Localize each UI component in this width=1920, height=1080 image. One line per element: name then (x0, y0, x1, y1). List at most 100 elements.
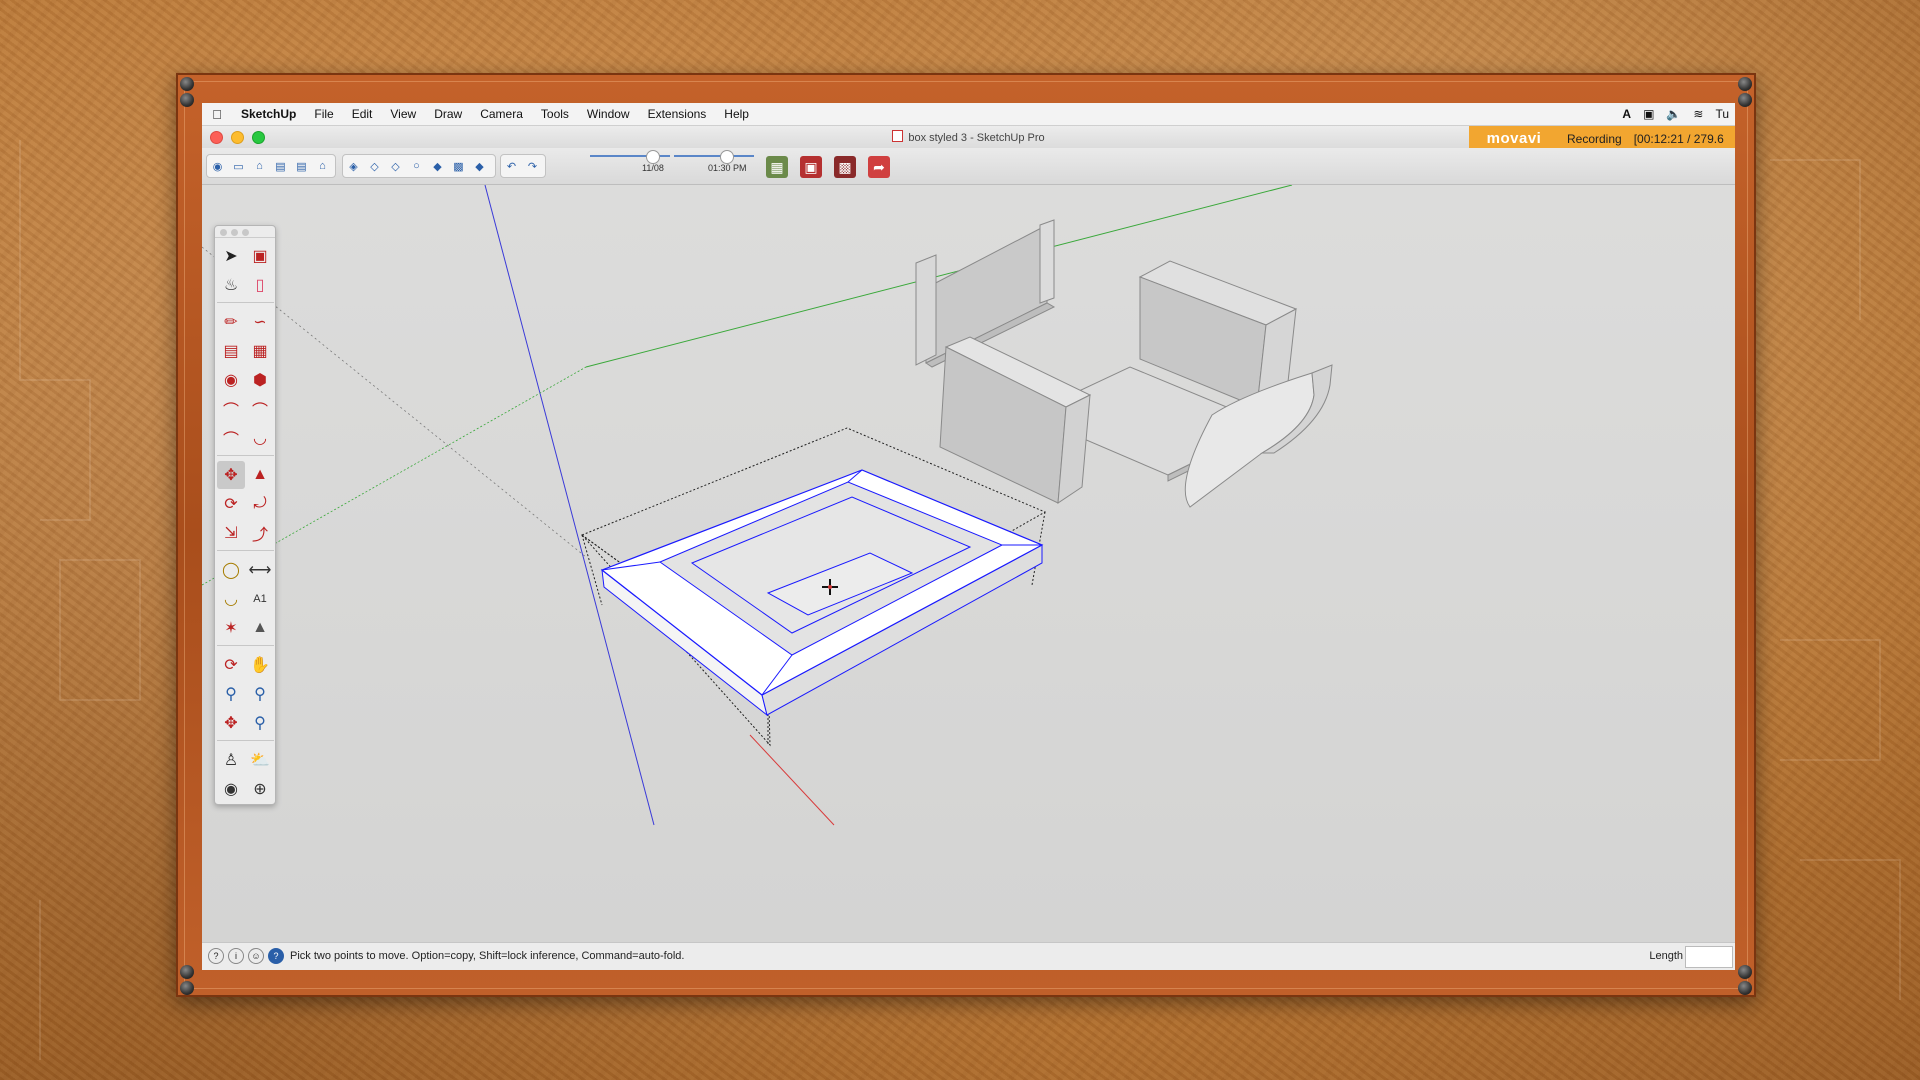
shaded-style-icon[interactable]: ◆ (427, 155, 448, 177)
screw-icon (1738, 965, 1752, 979)
monochrome-style-icon[interactable]: ◆ (469, 155, 490, 177)
shadow-date-slider[interactable] (590, 150, 670, 164)
redo-icon[interactable]: ↷ (522, 155, 543, 177)
recorder-timer: [00:12:21 / 279.6 (1633, 131, 1724, 146)
wireframe-style-icon[interactable]: ◇ (385, 155, 406, 177)
instructor-icon[interactable]: ? (268, 948, 284, 964)
credits-icon[interactable]: i (228, 948, 244, 964)
map-icon[interactable]: ▦ (766, 156, 788, 178)
apple-menu-icon[interactable]:  (202, 107, 232, 122)
recorder-status: Recording (1567, 131, 1622, 146)
pan-tool-icon[interactable]: ✋ (246, 651, 274, 679)
position-camera-icon[interactable]: ♙ (217, 746, 245, 774)
front-view-icon[interactable]: ▤ (291, 155, 312, 177)
wifi-icon[interactable]: ≋ (1693, 107, 1703, 121)
menu-camera[interactable]: Camera (471, 107, 532, 121)
account-icon[interactable]: ☺ (248, 948, 264, 964)
top-view-icon[interactable]: ▤ (270, 155, 291, 177)
undo-toolbar-group: ↶ ↷ (500, 154, 546, 178)
styles-toolbar-group: ◈ ◇ ◇ ○ ◆ ▩ ◆ (342, 154, 496, 178)
menu-help[interactable]: Help (715, 107, 758, 121)
scale-tool-icon[interactable]: ⇲ (217, 519, 245, 547)
iso-view-icon[interactable]: ▭ (228, 155, 249, 177)
shadow-date-label: 11/08 (642, 163, 664, 173)
menu-edit[interactable]: Edit (343, 107, 382, 121)
menu-tools[interactable]: Tools (532, 107, 578, 121)
shadow-time-knob[interactable] (720, 150, 734, 164)
push-pull-icon[interactable]: ▲ (246, 461, 274, 489)
rotated-rectangle-icon[interactable]: ▦ (246, 337, 274, 365)
orbit-view-icon[interactable]: ◉ (207, 155, 228, 177)
offset-tool-icon[interactable]: ⤴ (246, 519, 274, 547)
blue-axis (484, 185, 655, 826)
screw-icon (180, 77, 194, 91)
layout-send-icon[interactable]: ➦ (868, 156, 890, 178)
protractor-icon[interactable]: ◡ (217, 585, 245, 613)
move-tool-icon[interactable]: ✥ (217, 461, 245, 489)
polygon-tool-icon[interactable]: ⬢ (246, 366, 274, 394)
rectangle-tool-icon[interactable]: ▤ (217, 337, 245, 365)
main-toolbar: ◉ ▭ ⌂ ▤ ▤ ⌂ ◈ ◇ ◇ ○ ◆ ▩ ◆ ↶ ↷ (202, 148, 1735, 185)
tool-palette: ➤ ▣ ♨ ▯ ✏ ∽ ▤ ▦ ◉ ⬢ ⌒ ⌒ ⌒ ◡ ✥ ▲ ⟳ ⤾ ⇲ ⤴ … (214, 225, 276, 805)
axes-tool-icon[interactable]: ✶ (217, 614, 245, 642)
dimension-tool-icon[interactable]: ⟷ (246, 556, 274, 584)
menu-file[interactable]: File (305, 107, 342, 121)
two-point-arc-icon[interactable]: ⌒ (246, 395, 274, 423)
right-view-icon[interactable]: ⌂ (312, 155, 333, 177)
section-plane-icon[interactable]: ⊕ (246, 775, 274, 803)
menubar-status-area: A ▣ 🔈 ≋ Tu (1622, 107, 1735, 121)
extension-warehouse-icon[interactable]: ▩ (834, 156, 856, 178)
make-component-icon[interactable]: ▣ (246, 242, 274, 270)
menu-view[interactable]: View (381, 107, 425, 121)
follow-me-icon[interactable]: ⤾ (246, 490, 274, 518)
geolocation-icon[interactable]: ? (208, 948, 224, 964)
3d-text-icon[interactable]: ▲ (246, 614, 274, 642)
tape-measure-icon[interactable]: ◯ (217, 556, 245, 584)
box-lid-selected[interactable] (580, 427, 1047, 747)
menu-window[interactable]: Window (578, 107, 639, 121)
menu-app[interactable]: SketchUp (232, 107, 305, 121)
red-axis (749, 734, 835, 826)
menu-extensions[interactable]: Extensions (639, 107, 716, 121)
measurements-input[interactable] (1685, 946, 1733, 968)
menubar-clock[interactable]: Tu (1715, 107, 1729, 121)
orbit-tool-icon[interactable]: ⟳ (217, 651, 245, 679)
measurements-label: Length (1649, 950, 1683, 962)
warehouse-icon[interactable]: ▣ (800, 156, 822, 178)
text-tool-icon[interactable]: A1 (246, 585, 274, 613)
volume-icon[interactable]: 🔈 (1666, 107, 1681, 121)
xray-style-icon[interactable]: ◈ (343, 155, 364, 177)
pie-tool-icon[interactable]: ◡ (246, 424, 274, 452)
adobe-icon[interactable]: A (1622, 107, 1631, 121)
previous-view-icon[interactable]: ⚲ (246, 709, 274, 737)
textured-style-icon[interactable]: ▩ (448, 155, 469, 177)
select-tool-icon[interactable]: ➤ (217, 242, 245, 270)
zoom-extents-icon[interactable]: ✥ (217, 709, 245, 737)
three-point-arc-icon[interactable]: ⌒ (217, 424, 245, 452)
screw-icon (180, 965, 194, 979)
hiddenline-style-icon[interactable]: ○ (406, 155, 427, 177)
rotate-tool-icon[interactable]: ⟳ (217, 490, 245, 518)
zoom-tool-icon[interactable]: ⚲ (217, 680, 245, 708)
document-icon (892, 130, 904, 142)
views-toolbar-group: ◉ ▭ ⌂ ▤ ▤ ⌂ (206, 154, 336, 178)
freehand-tool-icon[interactable]: ∽ (246, 308, 274, 336)
walk-tool-icon[interactable]: ⛅ (246, 746, 274, 774)
zoom-window-tool-icon[interactable]: ⚲ (246, 680, 274, 708)
display-icon[interactable]: ▣ (1643, 107, 1654, 121)
line-tool-icon[interactable]: ✏ (217, 308, 245, 336)
modeling-viewport[interactable] (202, 185, 1735, 942)
backedges-style-icon[interactable]: ◇ (364, 155, 385, 177)
status-icons: ? i ☺ ? (208, 948, 284, 964)
menu-draw[interactable]: Draw (425, 107, 471, 121)
home-view-icon[interactable]: ⌂ (249, 155, 270, 177)
look-around-icon[interactable]: ◉ (217, 775, 245, 803)
paint-bucket-icon[interactable]: ♨ (217, 271, 245, 299)
circle-tool-icon[interactable]: ◉ (217, 366, 245, 394)
shadow-time-slider[interactable] (674, 150, 754, 164)
model-scene (202, 185, 1333, 826)
shadow-date-knob[interactable] (646, 150, 660, 164)
eraser-icon[interactable]: ▯ (246, 271, 274, 299)
undo-icon[interactable]: ↶ (501, 155, 522, 177)
arc-tool-icon[interactable]: ⌒ (217, 395, 245, 423)
